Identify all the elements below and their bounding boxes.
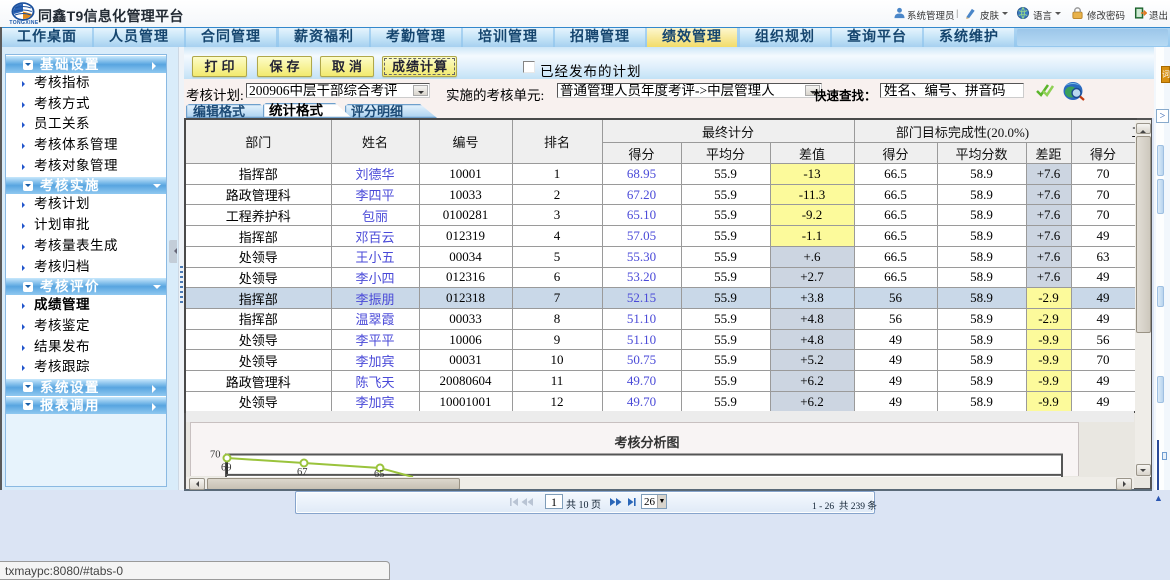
svg-text:69: 69: [221, 463, 232, 474]
svg-text:70: 70: [210, 450, 221, 461]
